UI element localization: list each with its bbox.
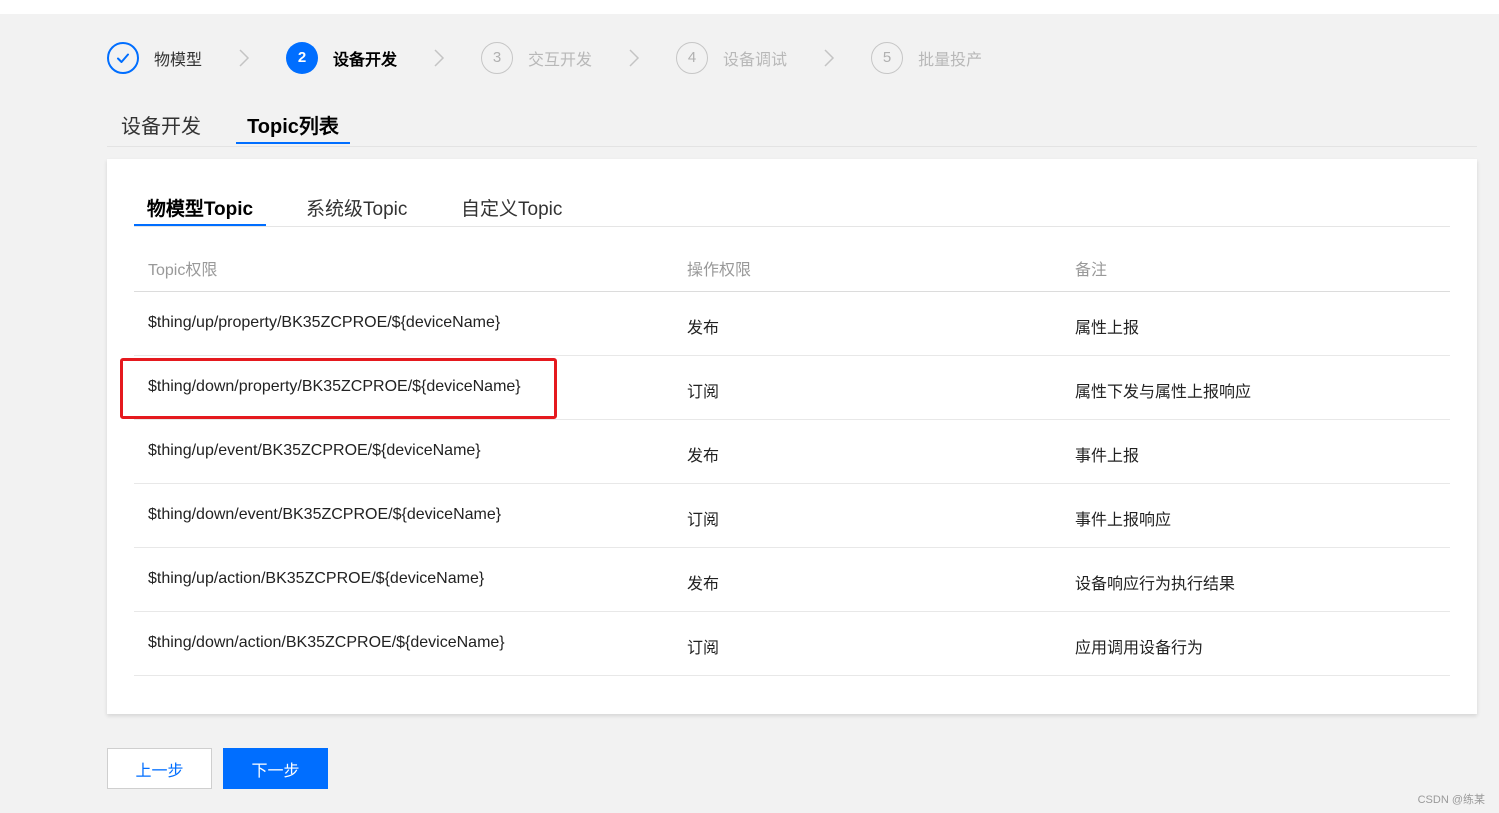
- table-row: $thing/up/property/BK35ZCPROE/${deviceNa…: [134, 292, 1450, 356]
- topic-type-tabs: 物模型Topic 系统级Topic 自定义Topic: [134, 189, 1450, 227]
- permission-cell: 发布: [687, 320, 720, 337]
- topic-cell: $thing/up/event/BK35ZCPROE/${deviceName}: [148, 442, 481, 459]
- next-step-button[interactable]: 下一步: [223, 748, 328, 789]
- tab-topic-list[interactable]: Topic列表: [236, 110, 350, 144]
- permission-cell: 订阅: [687, 640, 720, 657]
- step-label: 交互开发: [528, 51, 593, 69]
- permission-cell: 订阅: [687, 384, 720, 401]
- tab-device-development[interactable]: 设备开发: [121, 110, 201, 144]
- topic-cell: $thing/down/event/BK35ZCPROE/${deviceNam…: [148, 506, 502, 523]
- remark-cell: 事件上报: [1075, 448, 1140, 465]
- top-tabs: 设备开发 Topic列表: [107, 104, 1477, 147]
- step-interaction-development[interactable]: 3 交互开发: [481, 41, 593, 74]
- topic-cell: $thing/up/action/BK35ZCPROE/${deviceName…: [148, 570, 485, 587]
- table-row: $thing/down/action/BK35ZCPROE/${deviceNa…: [134, 612, 1450, 676]
- tab-custom-topic[interactable]: 自定义Topic: [461, 194, 562, 226]
- step-label: 设备调试: [723, 51, 788, 69]
- step-label: 设备开发: [333, 51, 398, 69]
- topic-table: Topic权限 操作权限 备注 $thing/up/property/BK35Z…: [134, 234, 1450, 676]
- remark-cell: 设备响应行为执行结果: [1075, 576, 1236, 593]
- permission-cell: 发布: [687, 576, 720, 593]
- tab-system-topic[interactable]: 系统级Topic: [306, 194, 407, 226]
- step-thing-model[interactable]: 物模型: [107, 41, 203, 74]
- step-label: 物模型: [154, 51, 203, 69]
- permission-cell: 订阅: [687, 512, 720, 529]
- table-row: $thing/up/action/BK35ZCPROE/${deviceName…: [134, 548, 1450, 612]
- topic-cell: $thing/down/property/BK35ZCPROE/${device…: [148, 378, 521, 395]
- progress-stepper: 物模型 2 设备开发 3 交互开发 4 设备调试 5 批量投产: [107, 40, 982, 75]
- check-icon: [107, 41, 139, 74]
- step-mass-production[interactable]: 5 批量投产: [871, 41, 983, 74]
- table-row: $thing/up/event/BK35ZCPROE/${deviceName}…: [134, 420, 1450, 484]
- table-row: $thing/down/property/BK35ZCPROE/${device…: [134, 356, 1450, 420]
- prev-step-button[interactable]: 上一步: [107, 748, 212, 789]
- table-header: Topic权限 操作权限 备注: [134, 234, 1450, 292]
- step-number: 2: [286, 41, 319, 74]
- step-device-debugging[interactable]: 4 设备调试: [676, 41, 788, 74]
- remark-cell: 属性下发与属性上报响应: [1075, 384, 1252, 401]
- remark-cell: 应用调用设备行为: [1075, 640, 1204, 657]
- chevron-right-icon: [592, 48, 676, 68]
- remark-cell: 属性上报: [1075, 320, 1140, 337]
- step-label: 批量投产: [918, 51, 983, 69]
- step-number: 5: [871, 41, 904, 74]
- step-number: 4: [676, 41, 709, 74]
- chevron-right-icon: [787, 48, 871, 68]
- header-operation-permission: 操作权限: [687, 262, 752, 279]
- remark-cell: 事件上报响应: [1075, 512, 1172, 529]
- table-row: $thing/down/event/BK35ZCPROE/${deviceNam…: [134, 484, 1450, 548]
- chevron-right-icon: [397, 48, 481, 68]
- top-bar: [0, 0, 1499, 14]
- step-number: 3: [481, 41, 514, 74]
- tab-thing-model-topic[interactable]: 物模型Topic: [134, 194, 266, 226]
- topic-cell: $thing/up/property/BK35ZCPROE/${deviceNa…: [148, 314, 501, 331]
- topic-card: 物模型Topic 系统级Topic 自定义Topic Topic权限 操作权限 …: [107, 159, 1477, 714]
- step-device-development[interactable]: 2 设备开发: [286, 41, 398, 74]
- chevron-right-icon: [202, 48, 286, 68]
- header-remark: 备注: [1075, 262, 1108, 279]
- permission-cell: 发布: [687, 448, 720, 465]
- topic-cell: $thing/down/action/BK35ZCPROE/${deviceNa…: [148, 634, 505, 651]
- header-topic-permission: Topic权限: [148, 262, 218, 279]
- watermark: CSDN @练某: [1417, 794, 1485, 806]
